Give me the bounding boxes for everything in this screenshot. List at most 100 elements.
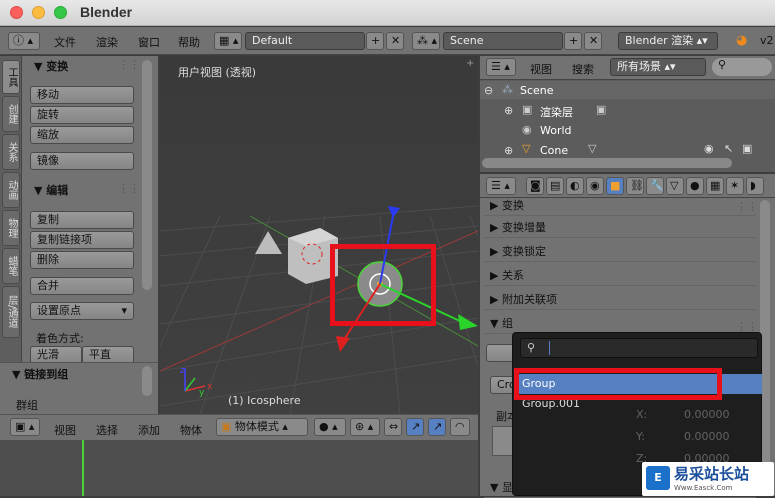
outliner-editor-type-icon[interactable]: ☰ ▴ [486,58,516,76]
set-origin-select[interactable]: 设置原点 ▾ [30,302,134,320]
current-frame-marker[interactable] [82,440,84,496]
section-relations[interactable]: ▶ 关系 [484,266,756,286]
menu-window[interactable]: 窗口 [138,34,160,50]
selectability-cursor-icon[interactable]: ↖ [724,142,733,155]
mirror-button[interactable]: 镜像 [30,152,134,170]
properties-editor-type-icon[interactable]: ☰ ▴ [486,177,516,195]
tab-layers[interactable]: 层/通道 [2,286,20,338]
popup-search-input[interactable]: ⚲ [520,338,758,358]
axis-x-label: x [207,382,213,392]
scale-manipulator-button[interactable]: ◠ [450,418,470,436]
world-icon: ◉ [522,123,532,136]
render-layers-tab-icon[interactable]: ▤ [546,177,564,195]
section-relations-extras[interactable]: ▶ 附加关联项 [484,290,756,310]
remove-scene-button[interactable]: ✕ [584,32,602,50]
tab-create[interactable]: 创建 [2,96,20,132]
tab-physics[interactable]: 物理 [2,210,20,246]
menu-file[interactable]: 文件 [54,34,76,50]
watermark: E 易采站长站 Www.Easck.Com [642,462,774,496]
tab-relations[interactable]: 关系 [2,134,20,170]
world-tab-icon[interactable]: ◉ [586,177,604,195]
scene-icon[interactable]: ⁂ ▴ [412,32,440,50]
render-tab-icon[interactable]: ◙ [526,177,544,195]
layout-icon[interactable]: ▦ ▴ [214,32,242,50]
group-name-field[interactable]: Cro [490,376,516,394]
menu-render[interactable]: 渲染 [96,34,118,50]
menu-help[interactable]: 帮助 [178,34,200,50]
transform-panel-header[interactable]: ▼ 变换 [34,58,68,74]
rotate-manipulator-button[interactable]: ↗ [428,418,446,436]
expand-icon[interactable]: ⊕ [504,104,513,117]
maximize-window-button[interactable] [54,6,67,19]
outliner-hscrollbar[interactable] [482,158,732,168]
viewport-scene [159,205,479,415]
modifiers-tab-icon[interactable]: 🔧 [646,177,664,195]
version-label: v2 [760,34,774,47]
duplicate-button[interactable]: 复制 [30,211,134,229]
mode-select[interactable]: ▣ 物体模式 ▴ [216,418,308,436]
scene-field[interactable]: Scene [443,32,563,50]
minimize-window-button[interactable] [32,6,45,19]
edit-panel-header[interactable]: ▼ 编辑 [34,182,68,198]
tab-grease-pencil[interactable]: 蜡笔 [2,248,20,284]
shading-select[interactable]: ● ▴ [314,418,346,436]
move-button[interactable]: 移动 [30,86,134,104]
watermark-text: 易采站长站 [674,465,750,483]
data-tab-icon[interactable]: ▽ [666,177,684,195]
link-group-scrollbar[interactable] [142,366,152,396]
outliner-search-input[interactable]: ⚲ [712,58,772,76]
menu-add[interactable]: 添加 [138,422,160,438]
expand-icon[interactable]: ⊕ [504,144,513,157]
join-button[interactable]: 合并 [30,277,134,295]
manipulator-toggle[interactable]: ⇔ [384,418,402,436]
watermark-subtext: Www.Easck.Com [674,484,733,492]
texture-tab-icon[interactable]: ▦ [706,177,724,195]
material-tab-icon[interactable]: ● [686,177,704,195]
outliner-menu-search[interactable]: 搜索 [572,61,594,77]
layout-field[interactable]: Default [245,32,365,50]
menu-view[interactable]: 视图 [54,422,76,438]
translate-manipulator-button[interactable]: ↗ [406,418,424,436]
section-transform[interactable]: ▶ 变换 [484,196,756,216]
menu-object[interactable]: 物体 [180,422,202,438]
object-tab-icon[interactable]: ■ [606,177,624,195]
viewport-editor-type-icon[interactable]: ▣ ▴ [10,418,40,436]
outliner-filter-select[interactable]: 所有场景 ▴▾ [610,58,706,76]
menu-select[interactable]: 选择 [96,422,118,438]
constraints-tab-icon[interactable]: ⛓ [626,177,644,195]
section-delta-transform[interactable]: ▶ 变换增量 [484,218,756,238]
editor-type-icon[interactable]: ⓘ ▴ [8,32,40,50]
outliner-item-scene[interactable]: Scene [520,84,554,97]
tab-tools[interactable]: 工具 [2,60,20,94]
tool-shelf-scrollbar[interactable] [142,60,152,290]
scene-tab-icon[interactable]: ◐ [566,177,584,195]
outliner-item-cone[interactable]: Cone [540,144,568,157]
render-engine-select[interactable]: Blender 渲染 ▴▾ [618,32,718,50]
section-transform-locks[interactable]: ▶ 变换锁定 [484,242,756,262]
physics-tab-icon[interactable]: ◗ [746,177,764,195]
link-group-header[interactable]: ▼ 链接到组 [12,366,68,382]
outliner-item-render-layers[interactable]: 渲染层 [540,104,573,120]
delete-button[interactable]: 删除 [30,251,134,269]
render-camera-icon[interactable]: ▣ [742,142,752,155]
outliner-item-world[interactable]: World [540,124,572,137]
section-groups[interactable]: ▼ 组 [484,314,756,334]
shading-label: 着色方式: [36,332,84,345]
collapse-icon[interactable]: ⊖ [484,84,493,97]
pivot-select[interactable]: ⊛ ▴ [350,418,380,436]
add-scene-button[interactable]: + [564,32,582,50]
duplicate-linked-button[interactable]: 复制链接项 [30,231,134,249]
tab-animation[interactable]: 动画 [2,172,20,208]
rotate-button[interactable]: 旋转 [30,106,134,124]
particles-tab-icon[interactable]: ✶ [726,177,744,195]
timeline-area[interactable] [0,440,478,496]
close-window-button[interactable] [10,6,23,19]
viewport-plus-icon[interactable]: + [466,58,474,69]
scale-button[interactable]: 缩放 [30,126,134,144]
remove-layout-button[interactable]: ✕ [386,32,404,50]
visibility-eye-icon[interactable]: ◉ [704,142,714,155]
cone-object[interactable] [255,231,282,254]
add-layout-button[interactable]: + [366,32,384,50]
3d-viewport[interactable] [159,56,479,415]
outliner-menu-view[interactable]: 视图 [530,61,552,77]
